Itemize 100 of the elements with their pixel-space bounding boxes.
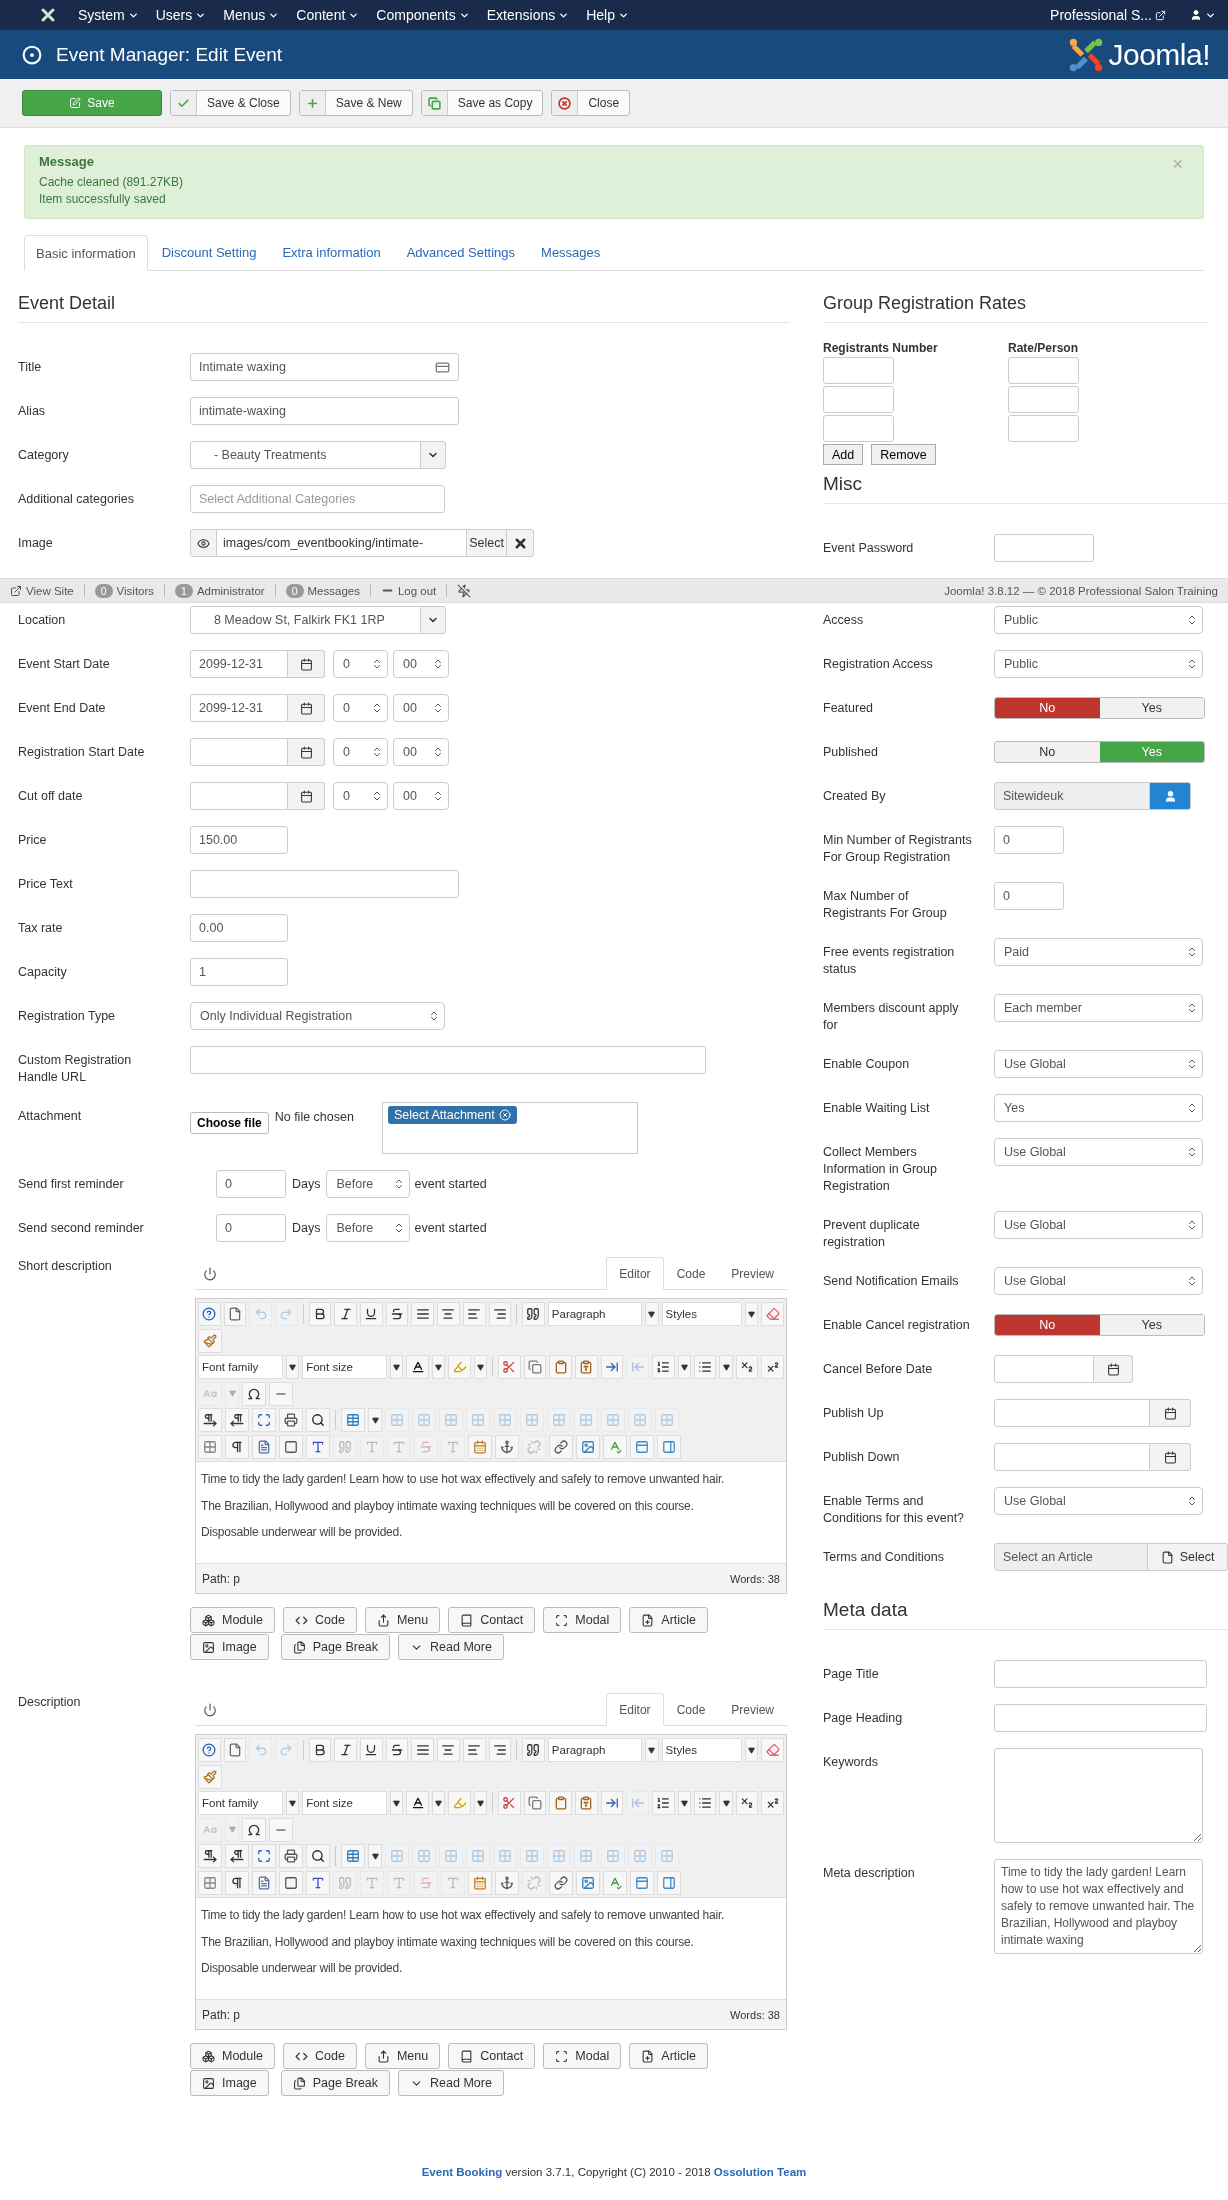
strikethrough-icon[interactable] [385,1738,409,1763]
select-field[interactable]: Use Global [994,1267,1203,1295]
number-field[interactable]: 0 [216,1214,286,1242]
italic-icon[interactable] [334,1738,358,1763]
company-link[interactable]: Ossolution Team [713,2166,807,2178]
text-field[interactable]: intimate-waxing [190,397,459,425]
table-icon[interactable] [341,1408,365,1433]
insert-button[interactable]: Article [629,1607,709,1633]
rate-field[interactable] [823,415,894,442]
spellcheck-icon[interactable] [603,1870,627,1895]
spellcheck-icon[interactable] [603,1434,627,1459]
hour-select[interactable]: 0 [333,782,388,810]
insert-button[interactable]: Module [190,2043,275,2069]
hour-select[interactable]: 0 [333,738,388,766]
format-select[interactable]: Paragraph [547,1302,643,1327]
select-field[interactable]: Each member [994,994,1203,1022]
insert-button[interactable]: Page Break [280,1634,391,1660]
styles-icon[interactable] [306,1870,330,1895]
blockquote-icon[interactable] [522,1738,545,1763]
select-field[interactable]: Use Global [994,1050,1203,1078]
paintbrush-icon[interactable] [198,1764,222,1789]
calendar-button[interactable] [1150,1443,1191,1471]
menu-item[interactable]: Extensions [486,7,570,23]
strikethrough-icon[interactable] [385,1302,409,1327]
insert-button[interactable]: Read More [398,1634,504,1660]
align-center-icon[interactable] [437,1738,460,1763]
calendar-button[interactable] [1150,1399,1191,1427]
align-left-icon[interactable] [462,1738,486,1763]
select-field[interactable]: Public [994,650,1203,678]
number-field[interactable]: 1 [190,958,288,986]
editor-tab[interactable]: Editor [606,1257,664,1290]
panel-icon[interactable] [657,1434,681,1459]
text-field[interactable] [994,1704,1207,1732]
table-icon[interactable] [341,1844,365,1869]
url-field[interactable] [190,1046,706,1074]
print-icon[interactable] [279,1408,303,1433]
minute-select[interactable]: 00 [393,782,449,810]
bullet-list-icon[interactable] [693,1355,717,1380]
clear-button[interactable] [507,529,534,557]
align-right-icon[interactable] [488,1302,512,1327]
format-select[interactable]: Font family [198,1791,283,1816]
select-user-button[interactable] [1150,782,1191,810]
italic-icon[interactable] [334,1302,358,1327]
attachment-field[interactable]: Select Attachment [381,1102,638,1154]
insert-button[interactable]: Image [190,1634,269,1660]
panel-icon[interactable] [657,1870,681,1895]
insert-button[interactable]: Read More [398,2070,504,2096]
toggle-option[interactable]: No [995,698,1100,718]
tab[interactable]: Basic information [24,235,148,271]
insert-button[interactable]: Contact [448,1607,536,1633]
article-field[interactable]: Select an Article [994,1543,1148,1571]
blockquote-icon[interactable] [522,1302,545,1327]
insert-button[interactable]: Code [283,1607,357,1633]
format-select[interactable]: Font size [302,1355,388,1380]
cut-icon[interactable] [498,1355,521,1380]
format-select[interactable]: Styles [661,1738,742,1763]
author-field[interactable]: Sitewideuk [994,782,1150,810]
rate-field[interactable] [1008,386,1079,413]
text-color-icon[interactable] [406,1355,429,1380]
page-break-icon[interactable] [279,1434,303,1459]
paste-text-icon[interactable] [575,1791,598,1816]
paintbrush-icon[interactable] [198,1328,222,1353]
format-select[interactable]: Font family [198,1355,283,1380]
insert-button[interactable]: Article [629,2043,709,2069]
layer-icon[interactable] [630,1870,654,1895]
status-link[interactable]: View Site [10,584,74,597]
number-field[interactable]: 0 [216,1170,286,1198]
menu-item[interactable]: Users [155,7,207,23]
link-icon[interactable] [549,1870,573,1895]
justify-icon[interactable] [411,1302,435,1327]
help-icon[interactable] [198,1738,221,1763]
select-field[interactable]: Only Individual Registration [190,1002,445,1030]
menu-item[interactable]: Content [296,7,360,23]
tags-field[interactable]: Select Additional Categories [190,485,445,513]
paste-icon[interactable] [549,1355,572,1380]
tab[interactable]: Messages [529,235,613,270]
toolbar-button[interactable]: Save & Close [170,90,291,116]
print-icon[interactable] [279,1844,303,1869]
text-color-icon[interactable] [406,1791,429,1816]
minute-select[interactable]: 00 [393,738,449,766]
search-icon[interactable] [306,1408,330,1433]
insert-button[interactable]: Modal [543,1607,622,1633]
select-field[interactable]: - Beauty Treatments [190,441,421,469]
number-field[interactable]: 150.00 [190,826,288,854]
new-document-icon[interactable] [223,1302,247,1327]
calendar-button[interactable] [288,694,325,722]
text-field[interactable] [994,534,1094,562]
select-field[interactable]: Before [326,1170,411,1198]
product-link[interactable]: Event Booking [421,2166,503,2178]
status-link[interactable]: Log out [380,584,437,597]
date-time-icon[interactable] [468,1870,492,1895]
menu-item[interactable]: Menus [223,7,280,23]
select-field[interactable]: Use Global [994,1487,1203,1515]
bullet-list-icon[interactable] [693,1791,717,1816]
toolbar-button[interactable]: Save as Copy [420,90,544,116]
close-button[interactable]: Close [551,90,631,116]
insert-button[interactable]: Menu [364,1607,441,1633]
rate-field[interactable] [823,386,894,413]
menu-item[interactable]: Components [376,7,470,23]
select-field[interactable]: Use Global [994,1211,1203,1239]
